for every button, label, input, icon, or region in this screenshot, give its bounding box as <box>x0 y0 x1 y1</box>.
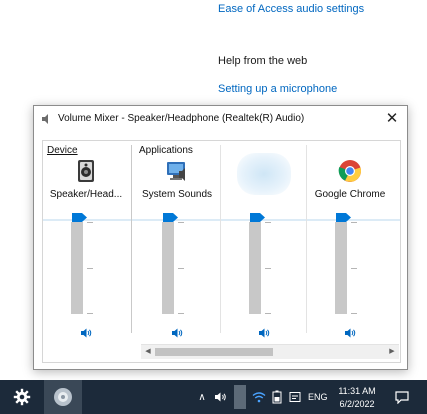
chrome-icon <box>338 160 362 182</box>
ease-of-access-audio-link[interactable]: Ease of Access audio settings <box>218 3 364 15</box>
mute-speaker-icon[interactable] <box>80 327 92 339</box>
app-column-google-chrome: Google Chrome <box>307 141 393 341</box>
scroll-left-button[interactable]: ◀ <box>141 345 155 359</box>
app-indicator-tray-button[interactable] <box>233 380 247 414</box>
notification-icon <box>395 390 409 404</box>
volume-mixer-window: Volume Mixer - Speaker/Headphone (Realte… <box>33 105 408 370</box>
blurred-app-icon <box>237 153 291 195</box>
wifi-icon <box>252 392 266 403</box>
volume-slider-thumb[interactable] <box>250 213 265 222</box>
time-text: 11:31 AM <box>338 386 376 396</box>
volume-tray-button[interactable] <box>212 380 230 414</box>
volume-slider-thumb[interactable] <box>336 213 351 222</box>
device-separator <box>131 145 132 333</box>
speaker-device-icon <box>78 160 94 182</box>
setting-up-microphone-link[interactable]: Setting up a microphone <box>218 83 337 95</box>
tablet-icon <box>289 392 301 402</box>
battery-tray-button[interactable] <box>269 380 285 414</box>
tablet-tray-button[interactable] <box>287 380 303 414</box>
volume-slider-track[interactable] <box>162 222 174 314</box>
wifi-tray-button[interactable] <box>250 380 268 414</box>
app-name: Google Chrome <box>314 189 386 200</box>
device-name: Speaker/Head... <box>49 189 123 200</box>
close-button[interactable]: ✕ <box>377 106 407 132</box>
title-bar[interactable]: Volume Mixer - Speaker/Headphone (Realte… <box>34 106 407 132</box>
speaker-icon <box>42 114 48 124</box>
volume-slider-thumb[interactable] <box>72 213 87 222</box>
date-text: 6/2/2022 <box>339 399 375 409</box>
app-column-system-sounds: System Sounds <box>134 141 220 341</box>
chevron-up-icon: ∧ <box>198 391 206 403</box>
system-sounds-icon <box>167 162 185 181</box>
settings-taskbar-button[interactable] <box>0 380 44 414</box>
notifications-button[interactable] <box>389 380 415 414</box>
mute-speaker-icon[interactable] <box>258 327 270 339</box>
volume-slider-track[interactable] <box>249 222 261 314</box>
app-icon <box>54 388 72 406</box>
app-name: System Sounds <box>141 189 213 200</box>
slider-ticks <box>265 222 275 314</box>
scroll-right-button[interactable]: ▶ <box>385 345 399 359</box>
close-icon: ✕ <box>385 110 399 127</box>
clock[interactable]: 11:31 AM 6/2/2022 <box>330 385 384 411</box>
mute-speaker-icon[interactable] <box>344 327 356 339</box>
volume-slider-track[interactable] <box>335 222 347 314</box>
device-column: Speaker/Head... <box>43 141 129 341</box>
window-title: Volume Mixer - Speaker/Headphone (Realte… <box>58 113 305 124</box>
app-column-blurred <box>221 141 307 341</box>
slider-ticks <box>87 222 97 314</box>
volume-slider-track[interactable] <box>71 222 83 314</box>
taskbar: ∧ ENG 11:31 AM 6/2/2022 <box>0 380 427 414</box>
gear-icon <box>13 388 31 406</box>
mute-speaker-icon[interactable] <box>171 327 183 339</box>
volume-icon <box>215 392 226 402</box>
show-hidden-icons-button[interactable]: ∧ <box>194 380 210 414</box>
mixer-content: Device Applications Speaker/Head... Syst… <box>42 140 401 363</box>
horizontal-scrollbar[interactable]: ◀ ▶ <box>141 344 399 359</box>
slider-ticks <box>178 222 188 314</box>
help-heading: Help from the web <box>218 55 308 67</box>
battery-icon <box>272 390 282 404</box>
language-indicator[interactable]: ENG <box>308 392 328 402</box>
scrollbar-thumb[interactable] <box>155 348 273 356</box>
app-indicator-icon <box>234 385 246 409</box>
volume-slider-thumb[interactable] <box>163 213 178 222</box>
slider-ticks <box>351 222 361 314</box>
app-taskbar-button[interactable] <box>44 380 82 414</box>
